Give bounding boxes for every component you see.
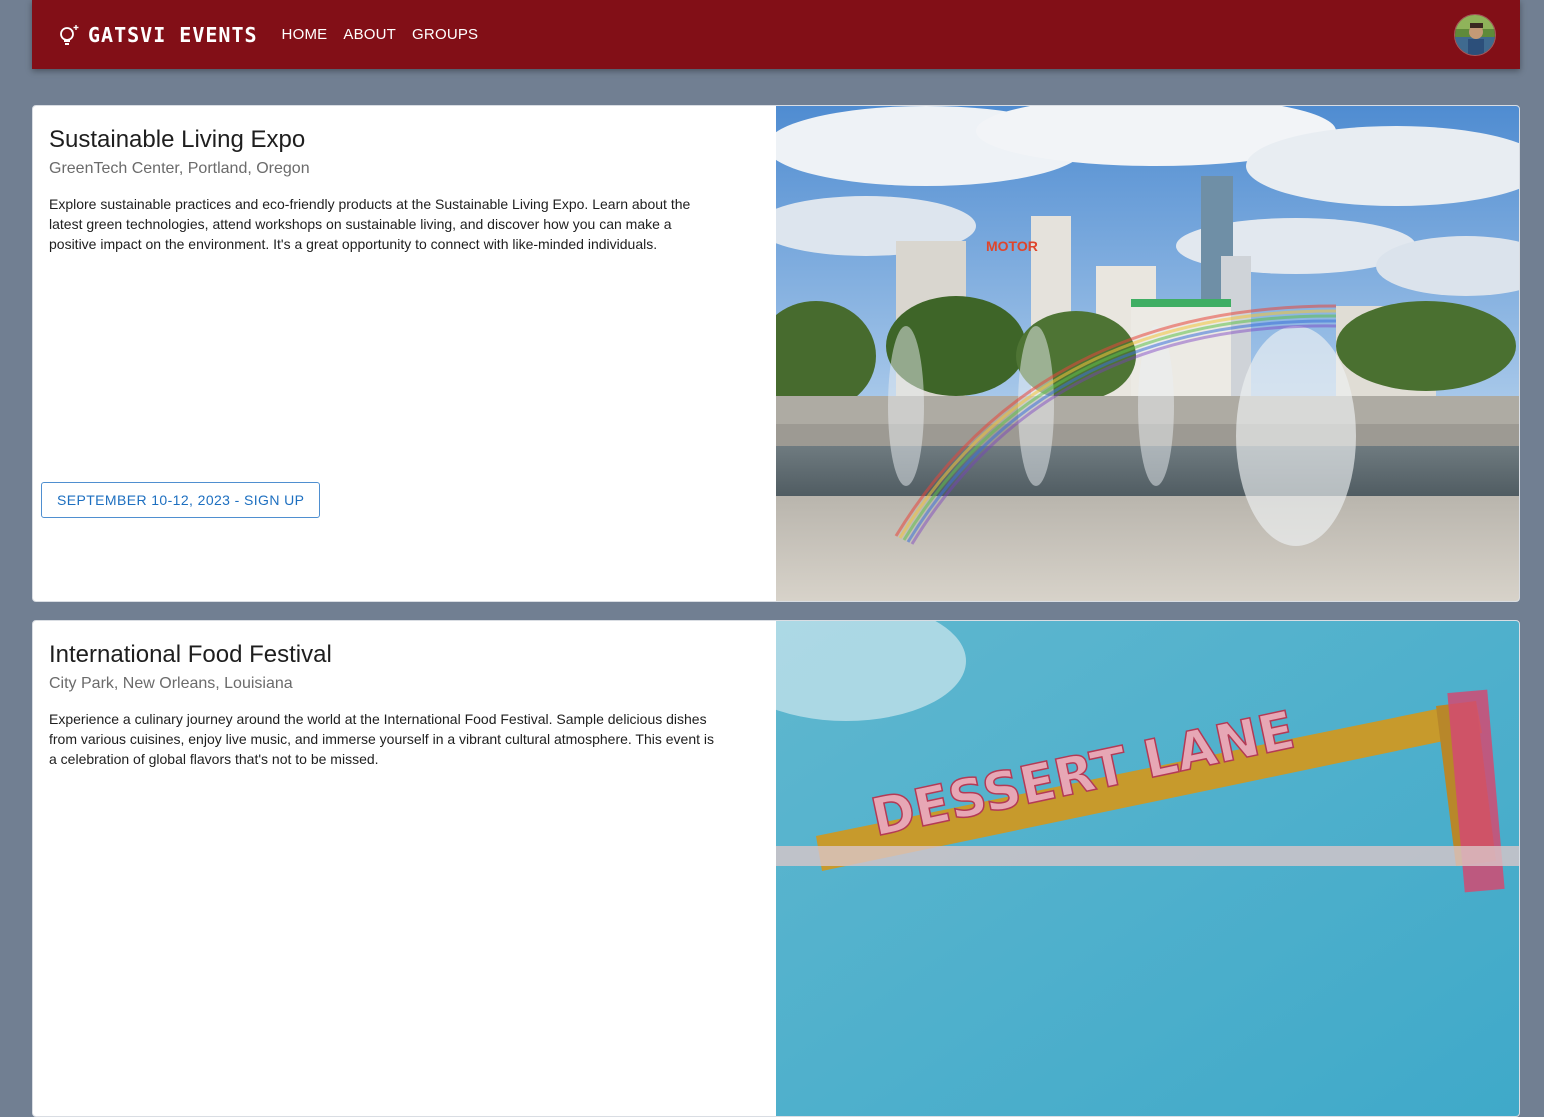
brand-name: GATSVI EVENTS bbox=[88, 22, 258, 47]
event-image-dessert-lane: DESSERT LANE bbox=[776, 621, 1519, 1116]
event-card-content: Sustainable Living Expo GreenTech Center… bbox=[33, 106, 776, 601]
lightbulb-icon bbox=[56, 22, 82, 48]
event-title: International Food Festival bbox=[49, 641, 332, 668]
main-nav: HOME ABOUT GROUPS bbox=[274, 20, 487, 49]
brand-link[interactable]: GATSVI EVENTS bbox=[56, 22, 258, 48]
event-card: International Food Festival City Park, N… bbox=[32, 620, 1520, 1117]
nav-about-link[interactable]: ABOUT bbox=[335, 20, 404, 49]
event-image-fountain: MOTOR bbox=[776, 106, 1519, 601]
event-card-content: International Food Festival City Park, N… bbox=[33, 621, 776, 1116]
event-location: City Park, New Orleans, Louisiana bbox=[49, 675, 293, 692]
event-card: Sustainable Living Expo GreenTech Center… bbox=[32, 105, 1520, 602]
app-bar: GATSVI EVENTS HOME ABOUT GROUPS bbox=[32, 0, 1520, 69]
event-description: Experience a culinary journey around the… bbox=[49, 711, 715, 767]
signup-button[interactable]: SEPTEMBER 10-12, 2023 - SIGN UP bbox=[41, 482, 321, 518]
nav-home-link[interactable]: HOME bbox=[274, 20, 336, 49]
event-description: Explore sustainable practices and eco-fr… bbox=[49, 196, 691, 252]
user-avatar[interactable] bbox=[1454, 14, 1496, 56]
nav-groups-link[interactable]: GROUPS bbox=[404, 20, 486, 49]
svg-text:MOTOR: MOTOR bbox=[986, 238, 1038, 254]
event-title: Sustainable Living Expo bbox=[49, 126, 306, 153]
event-location: GreenTech Center, Portland, Oregon bbox=[49, 160, 310, 177]
